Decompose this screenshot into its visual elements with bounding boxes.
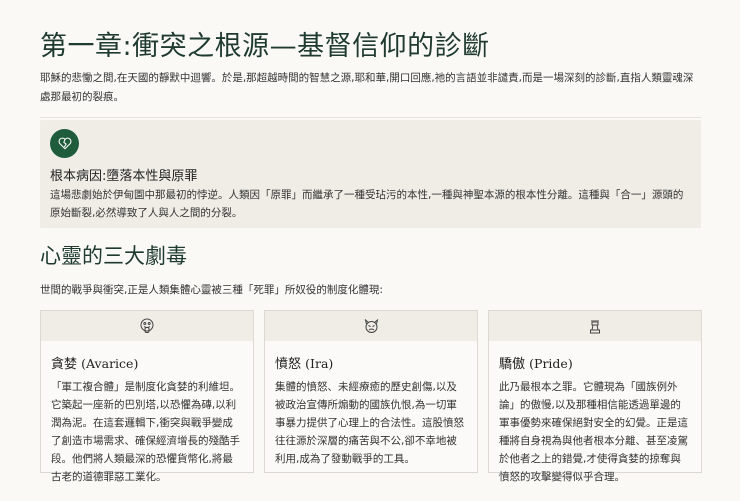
angry-devil-face-icon	[265, 311, 477, 341]
root-cause-callout: 根本病因:墮落本性與原罪 這場悲劇始於伊甸園中那最初的悖逆。人類因「原罪」而繼承…	[40, 120, 701, 228]
card-title: 貪婪 (Avarice)	[51, 356, 139, 372]
intro-paragraph: 耶穌的悲慟之間,在天國的靜默中迴響。於是,那超越時間的智慧之源,耶和華,開口回應…	[40, 72, 694, 103]
money-mouth-face-icon	[41, 311, 253, 341]
card-title: 憤怒 (Ira)	[275, 356, 334, 372]
divider	[40, 117, 701, 118]
sin-card-pride: 驕傲 (Pride) 此乃最根本之罪。它體現為「國族例外論」的傲慢,以及那種相信…	[488, 310, 702, 483]
card-text: 此乃最根本之罪。它體現為「國族例外論」的傲慢,以及那種相信能透過單邊的軍事優勢來…	[499, 381, 688, 483]
card-title: 驕傲 (Pride)	[499, 356, 573, 372]
sin-card-avarice: 貪婪 (Avarice) 「軍工複合體」是制度化貪婪的利維坦。它築起一座新的巴別…	[40, 310, 254, 483]
section-heading: 心靈的三大劇毒	[40, 244, 187, 268]
card-text: 集體的憤怒、未經療癒的歷史創傷,以及被政治宣傳所煽動的國族仇恨,為一切軍事暴力提…	[275, 381, 464, 465]
broken-heart-icon	[50, 129, 79, 158]
section-subtitle: 世間的戰爭與衝突,正是人類集體心靈被三種「死罪」所奴役的制度化體現:	[40, 284, 383, 296]
callout-heading: 根本病因:墮落本性與原罪	[50, 169, 198, 184]
chess-king-icon	[489, 311, 701, 341]
card-text: 「軍工複合體」是制度化貪婪的利維坦。它築起一座新的巴別塔,以恐懼為磚,以利潤為泥…	[51, 381, 240, 483]
callout-text: 這場悲劇始於伊甸園中那最初的悖逆。人類因「原罪」而繼承了一種受玷污的本性,一種與…	[50, 189, 684, 219]
page-title: 第一章:衝突之根源—基督信仰的診斷	[40, 31, 490, 62]
sin-card-ira: 憤怒 (Ira) 集體的憤怒、未經療癒的歷史創傷,以及被政治宣傳所煽動的國族仇恨…	[264, 310, 478, 473]
